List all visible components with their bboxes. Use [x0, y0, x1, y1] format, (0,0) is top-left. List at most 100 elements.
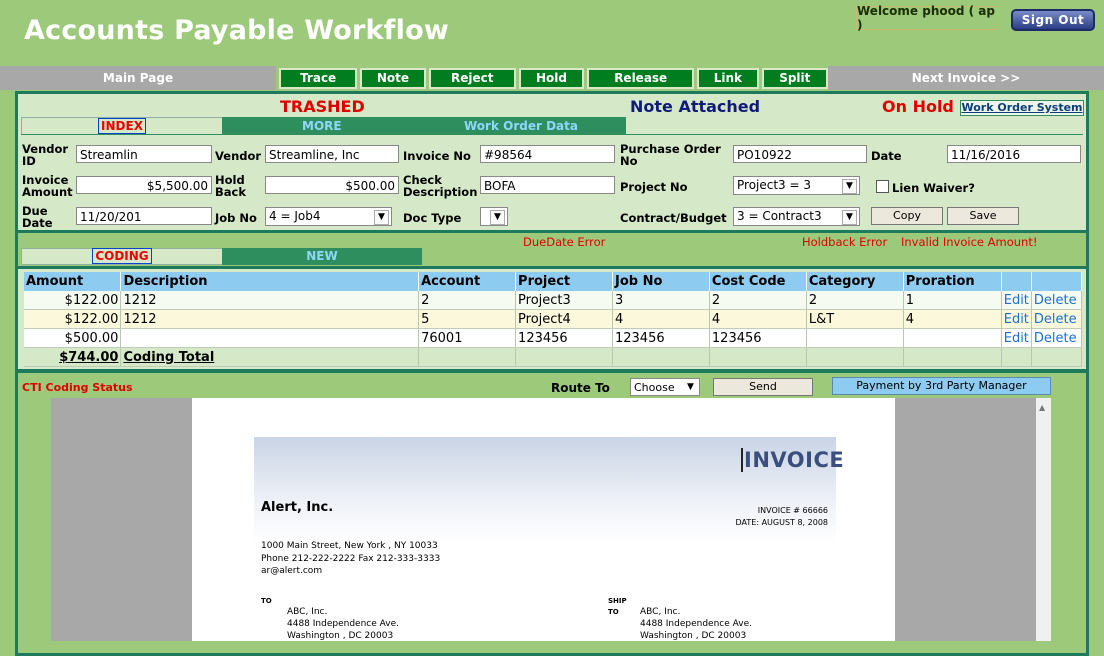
hold-button[interactable]: Hold [518, 67, 585, 89]
column-header[interactable]: Category [806, 272, 904, 291]
header-tab-strip: MORE Work Order Data [222, 117, 626, 135]
column-header[interactable]: Account [418, 272, 517, 291]
payment-3rd-party-button[interactable]: Payment by 3rd Party Manager [832, 377, 1051, 395]
release-button[interactable]: Release [587, 67, 695, 89]
lien-waiver-checkbox[interactable] [876, 180, 889, 193]
reject-button[interactable]: Reject [428, 67, 516, 89]
contract-budget-value: 3 = Contract3 [737, 209, 822, 223]
due-date-label: Due Date [22, 204, 53, 230]
description-cell: 1212 [120, 291, 420, 310]
invoice-amount-label: Invoice Amount [22, 173, 73, 199]
project-cell: Project3 [515, 291, 613, 310]
vendor-id-label: Vendor ID [22, 142, 69, 168]
link-button[interactable]: Link [697, 67, 759, 89]
coding-total-label: Coding Total [120, 347, 420, 367]
trace-button[interactable]: Trace [279, 67, 358, 89]
account-cell: 5 [418, 309, 517, 329]
copy-button[interactable]: Copy [871, 207, 943, 225]
proration-cell: 1 [903, 291, 1002, 310]
empty-cell [1031, 347, 1083, 367]
viewer-scrollbar[interactable]: ▲ [1036, 398, 1051, 641]
vendor-id-field[interactable]: Streamlin [76, 145, 212, 163]
tab-coding[interactable]: CODING [21, 248, 223, 265]
job-no-select[interactable]: 4 = Job4 ▼ [265, 207, 392, 226]
doc-type-select[interactable]: ▼ [480, 207, 508, 226]
to-city: Washington , DC 20003 [287, 631, 394, 641]
ship-name: ABC, Inc. [640, 607, 681, 617]
empty-cell [806, 347, 904, 367]
job-no-cell: 3 [612, 291, 710, 310]
note-attached-status: Note Attached [630, 97, 761, 116]
cost-code-cell: 123456 [709, 328, 807, 348]
invoice-no-label: Invoice No [403, 149, 471, 163]
next-invoice-link[interactable]: Next Invoice >> [828, 66, 1104, 90]
invoice-email: ar@alert.com [261, 566, 323, 576]
amount-cell: $500.00 [24, 328, 122, 348]
chevron-down-icon: ▼ [687, 382, 694, 392]
coding-table: Amount Description Account Project Job N… [24, 272, 1083, 367]
invoice-no-field[interactable]: #98564 [480, 145, 615, 163]
save-button[interactable]: Save [947, 207, 1019, 225]
sign-out-button[interactable]: Sign Out [1011, 9, 1095, 31]
edit-link[interactable]: Edit [1001, 328, 1032, 348]
column-header[interactable]: Proration [903, 272, 1002, 291]
project-cell: 123456 [515, 328, 613, 348]
cost-code-cell: 2 [709, 291, 807, 310]
delete-link[interactable]: Delete [1031, 291, 1083, 310]
proration-cell: 4 [903, 309, 1002, 329]
note-button[interactable]: Note [360, 67, 426, 89]
tab-new[interactable]: NEW [222, 248, 422, 265]
hold-back-field[interactable]: $500.00 [265, 176, 399, 194]
project-no-label: Project No [620, 180, 688, 194]
amount-cell: $122.00 [24, 291, 122, 310]
edit-link[interactable]: Edit [1001, 309, 1032, 329]
due-date-field[interactable]: 11/20/201 [76, 207, 212, 225]
app-title: Accounts Payable Workflow [24, 15, 449, 46]
contract-budget-select[interactable]: 3 = Contract3 ▼ [733, 207, 860, 226]
vendor-field[interactable]: Streamline, Inc [265, 145, 399, 163]
empty-cell [418, 347, 517, 367]
split-button[interactable]: Split [761, 67, 828, 89]
work-order-system-link[interactable]: Work Order System [960, 100, 1084, 116]
contract-budget-label: Contract/Budget [620, 211, 727, 225]
invoice-date: DATE: AUGUST 8, 2008 [735, 518, 828, 527]
chevron-down-icon: ▼ [374, 210, 389, 225]
date-field[interactable]: 11/16/2016 [947, 145, 1081, 163]
amount-cell: $122.00 [24, 309, 122, 329]
column-header[interactable]: Job No [612, 272, 710, 291]
tab-work-order-data[interactable]: Work Order Data [464, 117, 578, 135]
scroll-up-icon[interactable]: ▲ [1039, 403, 1045, 412]
column-header [1031, 272, 1083, 291]
tab-index[interactable]: INDEX [21, 117, 223, 135]
check-description-field[interactable]: BOFA [480, 176, 615, 194]
to-street: 4488 Independence Ave. [287, 619, 399, 629]
delete-link[interactable]: Delete [1031, 328, 1083, 348]
category-cell: L&T [806, 309, 904, 329]
project-cell: Project4 [515, 309, 613, 329]
project-no-select[interactable]: Project3 = 3 ▼ [733, 176, 860, 195]
invoice-amount-field[interactable]: $5,500.00 [76, 176, 212, 194]
coding-total-amount: $744.00 [24, 347, 122, 367]
table-row: $122.00 1212 5 Project4 4 4 L&T 4 Edit D… [24, 309, 1083, 329]
column-header[interactable]: Project [515, 272, 613, 291]
po-label: Purchase Order No [620, 142, 721, 168]
edit-link[interactable]: Edit [1001, 291, 1032, 310]
empty-cell [515, 347, 613, 367]
main-page-link[interactable]: Main Page [0, 66, 276, 90]
column-header[interactable]: Cost Code [709, 272, 807, 291]
ship-city: Washington , DC 20003 [640, 631, 747, 641]
column-header [1001, 272, 1032, 291]
empty-cell [903, 347, 1002, 367]
description-cell: 1212 [120, 309, 420, 329]
column-header[interactable]: Description [120, 272, 420, 291]
send-button[interactable]: Send [713, 378, 813, 396]
invoice-company-name: Alert, Inc. [261, 500, 334, 515]
account-cell: 76001 [418, 328, 517, 348]
to-label: TO [261, 597, 272, 605]
po-field[interactable]: PO10922 [733, 145, 867, 163]
holdback-error: Holdback Error [802, 235, 888, 249]
route-to-select[interactable]: Choose ▼ [630, 378, 700, 396]
tab-more[interactable]: MORE [302, 117, 342, 135]
delete-link[interactable]: Delete [1031, 309, 1083, 329]
column-header[interactable]: Amount [24, 272, 122, 291]
